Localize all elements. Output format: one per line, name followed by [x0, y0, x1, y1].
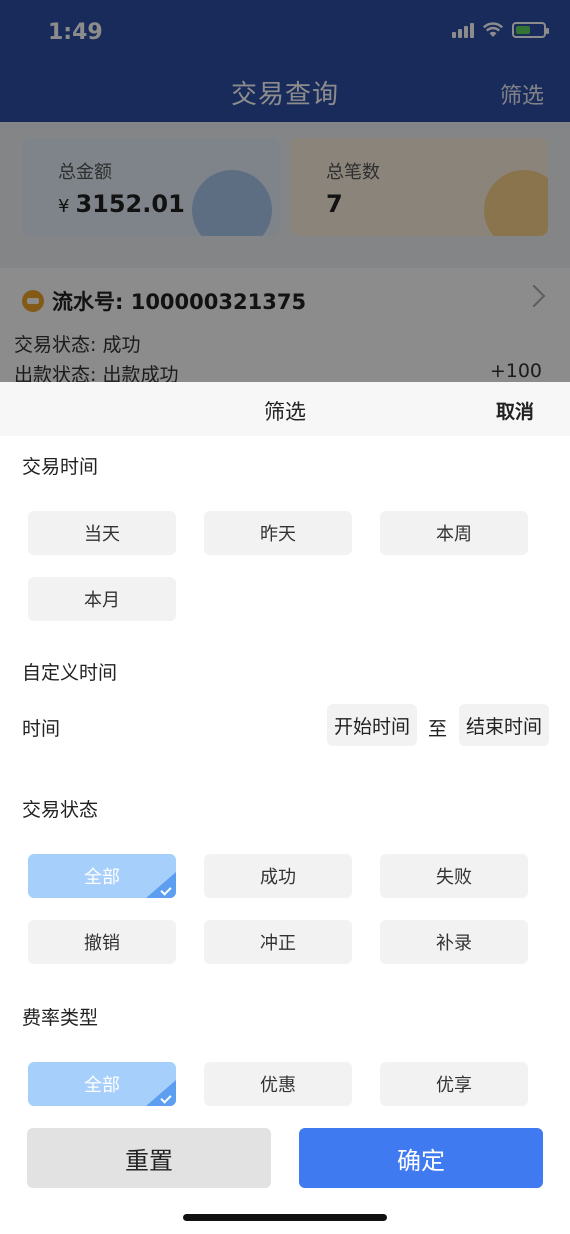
filter-sheet: 筛选 取消 交易时间 当天 昨天 本周 本月 自定义时间 时间 开始时间 至 结… — [0, 382, 570, 1234]
home-indicator[interactable] — [183, 1214, 387, 1221]
status-option-revoked[interactable]: 撤销 — [28, 920, 176, 964]
status-option-supplement[interactable]: 补录 — [380, 920, 528, 964]
sheet-title: 筛选 — [264, 400, 306, 424]
time-option-today[interactable]: 当天 — [28, 511, 176, 555]
end-time-picker[interactable]: 结束时间 — [459, 704, 549, 746]
time-option-this-week[interactable]: 本周 — [380, 511, 528, 555]
confirm-button[interactable]: 确定 — [299, 1128, 543, 1188]
trade-time-title: 交易时间 — [22, 456, 99, 478]
fee-option-discount[interactable]: 优惠 — [204, 1062, 352, 1106]
time-separator: 至 — [428, 718, 448, 740]
trade-status-title: 交易状态 — [22, 799, 99, 821]
cancel-button[interactable]: 取消 — [496, 397, 534, 424]
status-option-reversal[interactable]: 冲正 — [204, 920, 352, 964]
selected-corner — [146, 1080, 176, 1106]
start-time-picker[interactable]: 开始时间 — [327, 704, 417, 746]
custom-time-title: 自定义时间 — [22, 662, 118, 684]
status-option-all-label: 全部 — [84, 867, 120, 888]
status-option-all[interactable]: 全部 — [28, 854, 176, 898]
fee-option-all-label: 全部 — [84, 1075, 120, 1096]
fee-type-title: 费率类型 — [22, 1007, 99, 1029]
time-row-label: 时间 — [22, 718, 61, 740]
reset-button[interactable]: 重置 — [27, 1128, 271, 1188]
selected-corner — [146, 872, 176, 898]
fee-option-all[interactable]: 全部 — [28, 1062, 176, 1106]
fee-option-premium[interactable]: 优享 — [380, 1062, 528, 1106]
overlay-mask[interactable] — [0, 0, 570, 382]
time-option-yesterday[interactable]: 昨天 — [204, 511, 352, 555]
sheet-header: 筛选 取消 — [0, 382, 570, 436]
status-option-success[interactable]: 成功 — [204, 854, 352, 898]
status-option-failed[interactable]: 失败 — [380, 854, 528, 898]
time-option-this-month[interactable]: 本月 — [28, 577, 176, 621]
